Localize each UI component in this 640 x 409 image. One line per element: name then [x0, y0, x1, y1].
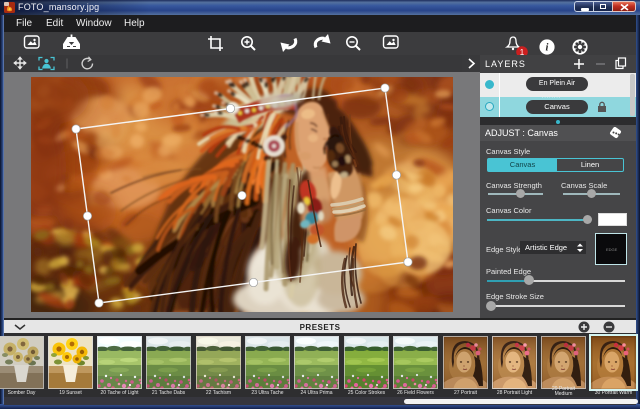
svg-text:i: i	[546, 43, 549, 54]
svg-text:1: 1	[520, 48, 525, 55]
